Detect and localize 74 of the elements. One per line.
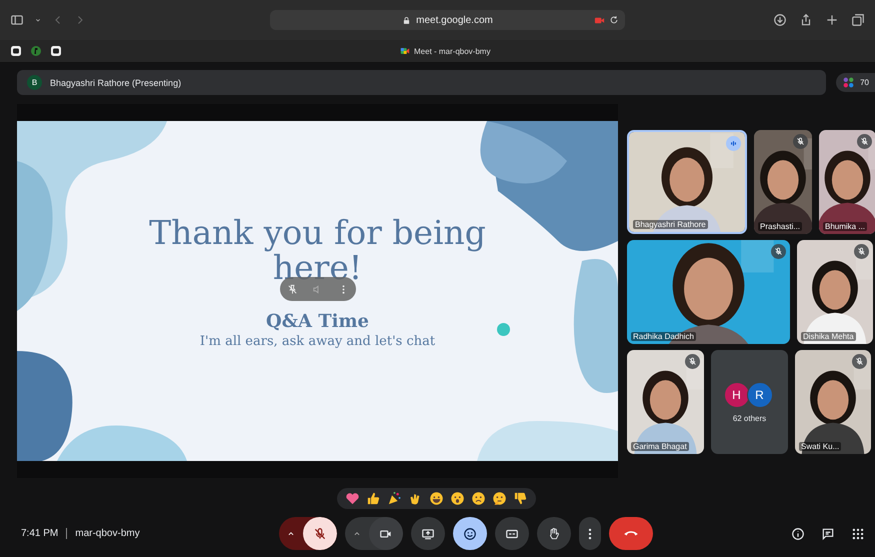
- mic-off-icon: [313, 526, 327, 540]
- participant-name: Garima Bhagat: [631, 442, 689, 451]
- mic-off-icon: [855, 357, 864, 366]
- video-tile[interactable]: Bhumika ...: [819, 130, 875, 234]
- thumbs-up-emoji-icon[interactable]: [366, 491, 380, 506]
- reactions-button[interactable]: [453, 517, 487, 550]
- slide-subtitle: Q&A Time: [266, 311, 369, 332]
- info-icon: [791, 526, 805, 540]
- sidebar-icon: [10, 13, 24, 27]
- phone-hangup-icon: [624, 531, 638, 536]
- present-screen-button[interactable]: [411, 517, 445, 550]
- participant-count: 70: [860, 78, 869, 87]
- raise-hand-button[interactable]: [537, 517, 571, 550]
- video-tile[interactable]: Garima Bhagat: [627, 350, 704, 454]
- cursor-highlight: [497, 323, 510, 336]
- video-camera-icon: [400, 46, 410, 56]
- mic-off-icon: [860, 137, 869, 146]
- plus-icon: [825, 13, 839, 27]
- slide-title: Thank you for being here!: [148, 216, 487, 286]
- heart-emoji-icon[interactable]: [344, 491, 360, 506]
- microphone-button[interactable]: [303, 517, 337, 550]
- surprised-emoji-icon[interactable]: [450, 491, 464, 506]
- thumbs-down-emoji-icon[interactable]: [512, 491, 528, 506]
- participant-name: Bhagyashri Rathore: [633, 220, 708, 229]
- video-tile[interactable]: Swati Ku...: [795, 350, 871, 454]
- download-icon: [773, 13, 787, 27]
- party-popper-emoji-icon[interactable]: [386, 491, 402, 506]
- pinned-tab-icon: [10, 45, 22, 57]
- screen-share-icon: [421, 526, 435, 540]
- video-tile[interactable]: Bhagyashri Rathore: [627, 130, 747, 234]
- others-count: 62 others: [732, 414, 766, 422]
- sad-emoji-icon[interactable]: [470, 491, 486, 506]
- mic-off-icon: [774, 247, 783, 256]
- tabs-overview-icon: [851, 13, 865, 27]
- mic-off-icon: [857, 247, 866, 256]
- tab-title: Meet - mar-qbov-bmy: [414, 46, 490, 56]
- audio-bars-icon: [729, 139, 738, 148]
- video-tile[interactable]: Radhika Dadhich: [627, 240, 790, 344]
- avatar: R: [746, 382, 772, 408]
- unpin-icon: [287, 284, 298, 294]
- participant-name: Bhumika ...: [823, 222, 868, 231]
- reload-icon: [609, 15, 619, 25]
- meeting-code: mar-qbov-bmy: [75, 528, 140, 539]
- participant-name: Swati Ku...: [799, 442, 842, 451]
- video-tile[interactable]: Dishika Mehta: [797, 240, 873, 344]
- pinned-tab-icon: [30, 45, 42, 57]
- participant-name: Prashasti...: [758, 222, 802, 231]
- mic-off-icon: [688, 357, 697, 366]
- thinking-emoji-icon[interactable]: [492, 491, 506, 506]
- avatar: B: [27, 75, 42, 90]
- video-tile[interactable]: Prashasti...: [754, 130, 812, 234]
- smiley-icon: [463, 526, 477, 540]
- url-text: meet.google.com: [416, 14, 493, 26]
- participants-button[interactable]: 70: [836, 73, 875, 92]
- lock-icon: [402, 16, 412, 24]
- presenter-label: Bhagyashri Rathore (Presenting): [50, 78, 182, 88]
- avatar: H: [724, 382, 750, 408]
- people-icon: [842, 76, 856, 89]
- meeting-time: 7:41 PM: [21, 528, 58, 539]
- captions-button[interactable]: [495, 517, 529, 550]
- address-bar[interactable]: meet.google.com: [270, 10, 625, 30]
- pinned-tab-icon: [50, 45, 62, 57]
- slide-text: I'm all ears, ask away and let's chat: [200, 334, 436, 350]
- laughing-emoji-icon[interactable]: [428, 491, 444, 506]
- leave-call-button[interactable]: [609, 517, 653, 550]
- browser-tab[interactable]: Meet - mar-qbov-bmy: [400, 46, 490, 56]
- chat-icon: [821, 526, 835, 540]
- apps-grid-icon: [851, 526, 865, 540]
- share-icon: [799, 13, 813, 27]
- mic-off-icon: [796, 137, 805, 146]
- participant-name: Dishika Mehta: [801, 332, 856, 341]
- hand-icon: [547, 526, 561, 540]
- camera-button[interactable]: [369, 517, 403, 550]
- participant-name: Radhika Dadhich: [631, 332, 696, 341]
